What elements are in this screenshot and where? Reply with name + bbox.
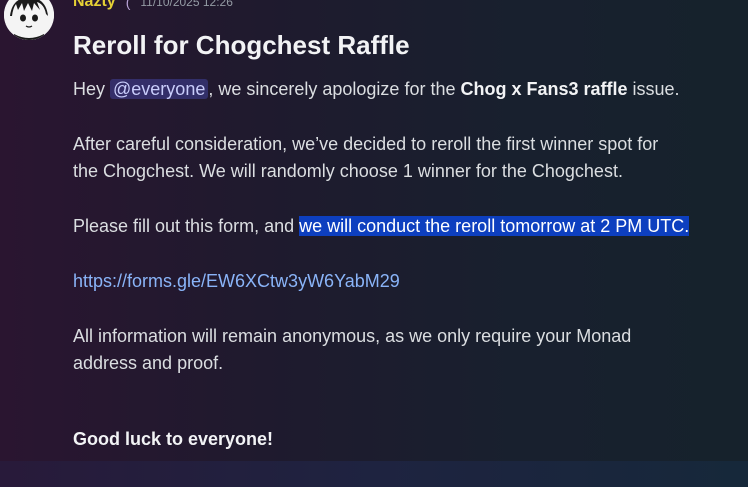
selected-text: we will conduct the reroll tomorrow at 2… xyxy=(299,216,690,236)
author-name[interactable]: Nazty xyxy=(73,0,116,11)
text-line: All information will remain anonymous, a… xyxy=(73,326,632,346)
bottom-bar xyxy=(0,461,748,487)
apology-paragraph: Hey @everyone, we sincerely apologize fo… xyxy=(73,76,680,103)
anime-avatar-icon xyxy=(4,0,54,40)
text: , we sincerely apologize for the xyxy=(208,79,461,99)
privacy-paragraph: All information will remain anonymous, a… xyxy=(73,323,631,377)
author-avatar[interactable] xyxy=(4,0,54,40)
text: issue. xyxy=(627,79,680,99)
reroll-paragraph: After careful consideration, we’ve decid… xyxy=(73,131,658,185)
message-header: Nazty ( 11/10/2025 12:26 xyxy=(73,0,233,12)
closing-line: Good luck to everyone! xyxy=(73,429,274,449)
message-timestamp[interactable]: 11/10/2025 12:26 xyxy=(140,0,233,9)
text-line: the Chogchest. We will randomly choose 1… xyxy=(73,161,623,181)
everyone-mention[interactable]: @everyone xyxy=(110,79,209,99)
text-line: address and proof. xyxy=(73,353,224,373)
raffle-name: Chog x Fans3 raffle xyxy=(460,79,628,99)
link-paragraph: https://forms.gle/EW6XCtw3yW6YabM29 xyxy=(73,268,400,295)
form-paragraph: Please fill out this form, and we will c… xyxy=(73,213,690,240)
role-badge-icon: ( xyxy=(125,0,131,10)
text-line: After careful consideration, we’ve decid… xyxy=(73,134,659,154)
message-title: Reroll for Chogchest Raffle xyxy=(73,30,410,60)
text: Hey xyxy=(73,79,111,99)
text: Please fill out this form, and xyxy=(73,216,300,236)
form-link[interactable]: https://forms.gle/EW6XCtw3yW6YabM29 xyxy=(73,271,400,291)
